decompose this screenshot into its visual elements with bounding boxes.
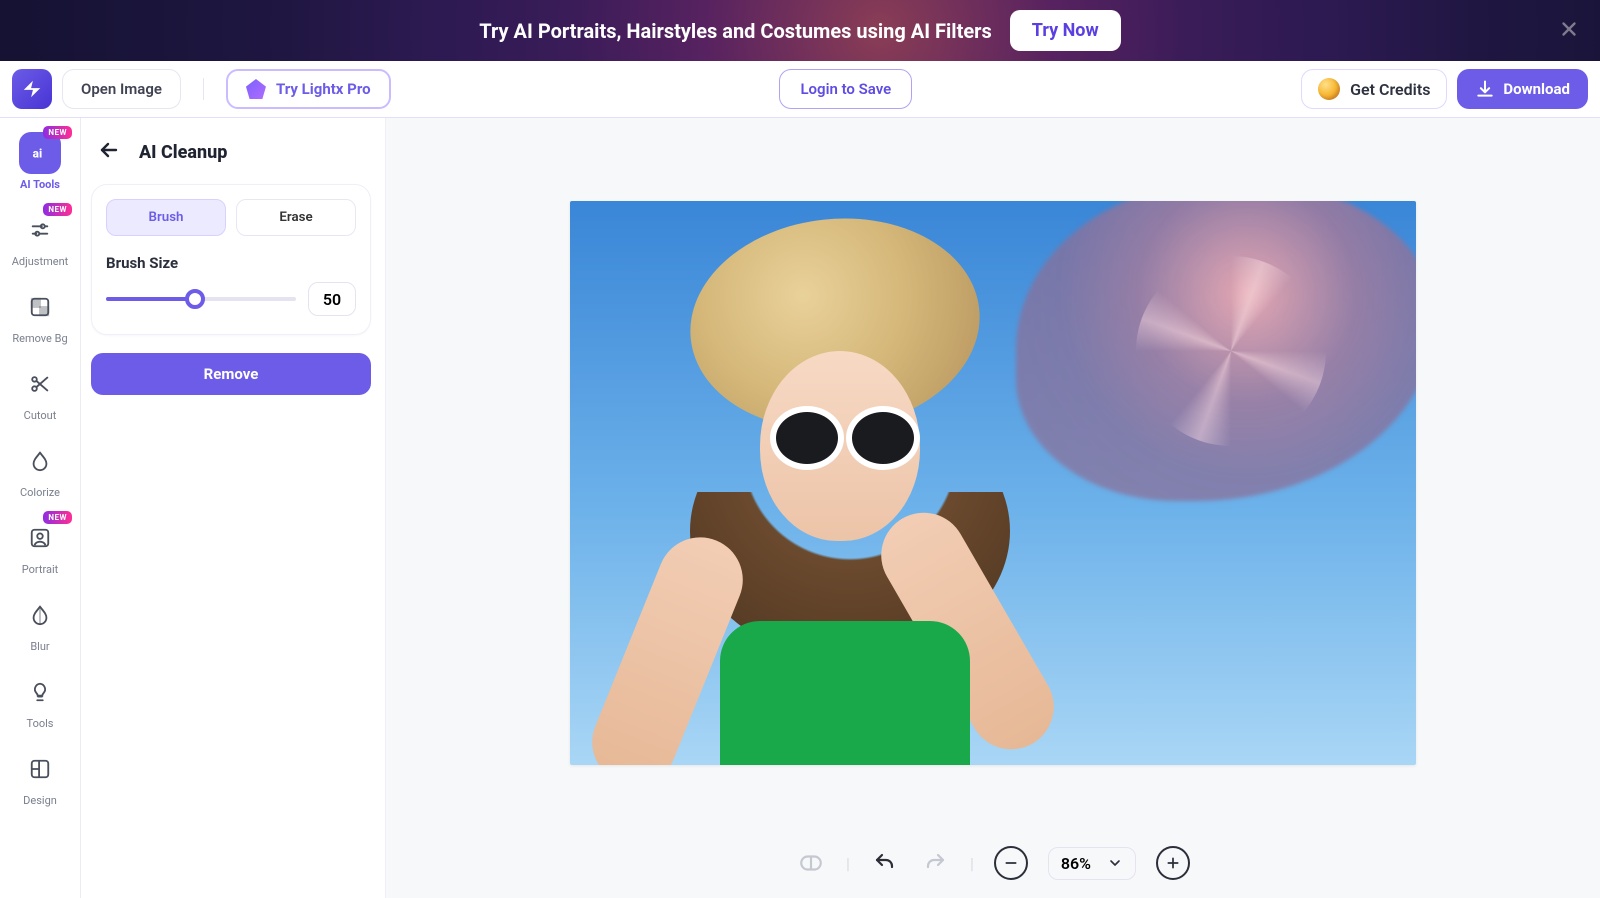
try-pro-label: Try Lightx Pro: [276, 80, 371, 98]
back-button[interactable]: [97, 138, 121, 166]
get-credits-label: Get Credits: [1350, 80, 1430, 99]
app-logo[interactable]: [12, 69, 52, 109]
download-icon: [1475, 79, 1495, 99]
brush-card: Brush Erase Brush Size 50: [91, 184, 371, 335]
compare-icon: [798, 850, 824, 876]
rail-label: Portrait: [22, 563, 59, 576]
rail-remove-bg[interactable]: Remove Bg: [0, 284, 80, 347]
scissors-icon: [29, 373, 51, 395]
brush-size-value[interactable]: 50: [308, 282, 356, 316]
separator: [203, 78, 204, 100]
checker-icon: [29, 296, 51, 318]
new-badge: NEW: [43, 203, 72, 216]
blur-icon: [29, 604, 51, 626]
download-label: Download: [1503, 80, 1570, 98]
undo-icon: [873, 851, 897, 875]
promo-try-now-button[interactable]: Try Now: [1010, 10, 1121, 51]
rail-label: Tools: [27, 717, 54, 730]
login-to-save-button[interactable]: Login to Save: [779, 69, 912, 109]
try-pro-button[interactable]: Try Lightx Pro: [226, 69, 391, 109]
sliders-icon: [29, 219, 51, 241]
tool-rail: NEW ai AI Tools NEW Adjustment Remove Bg…: [0, 118, 81, 898]
ai-icon: ai: [29, 142, 51, 164]
separator: |: [970, 854, 974, 873]
canvas-controls: | | 86%: [386, 828, 1600, 898]
rail-label: Remove Bg: [12, 332, 67, 345]
rail-colorize[interactable]: Colorize: [0, 438, 80, 501]
minus-icon: [1003, 855, 1019, 871]
plus-icon: [1165, 855, 1181, 871]
rail-design[interactable]: Design: [0, 746, 80, 809]
brush-tab[interactable]: Brush: [106, 199, 226, 236]
svg-text:ai: ai: [33, 147, 43, 161]
panel-title: AI Cleanup: [139, 142, 227, 163]
compare-toggle[interactable]: [796, 848, 826, 878]
erase-tab[interactable]: Erase: [236, 199, 356, 236]
chevron-down-icon: [1107, 855, 1123, 871]
droplet-icon: [29, 450, 51, 472]
rail-ai-tools[interactable]: NEW ai AI Tools: [0, 130, 80, 193]
rail-label: Cutout: [24, 409, 57, 422]
bulb-icon: [29, 681, 51, 703]
top-toolbar: Open Image Try Lightx Pro Login to Save …: [0, 61, 1600, 118]
pro-icon: [246, 79, 266, 99]
image-canvas[interactable]: [570, 201, 1416, 765]
rail-label: AI Tools: [20, 178, 60, 191]
rail-adjustment[interactable]: NEW Adjustment: [0, 207, 80, 270]
zoom-out-button[interactable]: [994, 846, 1028, 880]
zoom-dropdown[interactable]: 86%: [1048, 847, 1136, 880]
new-badge: NEW: [43, 126, 72, 139]
remove-button[interactable]: Remove: [91, 353, 371, 395]
zoom-value: 86%: [1061, 854, 1091, 873]
promo-text: Try AI Portraits, Hairstyles and Costume…: [479, 19, 991, 43]
arrow-left-icon: [97, 138, 121, 162]
rail-label: Adjustment: [12, 255, 69, 268]
rail-blur[interactable]: Blur: [0, 592, 80, 655]
get-credits-button[interactable]: Get Credits: [1301, 69, 1447, 109]
mode-segmented: Brush Erase: [106, 199, 356, 236]
new-badge: NEW: [43, 511, 72, 524]
canvas-area: | | 86%: [386, 118, 1600, 898]
zoom-in-button[interactable]: [1156, 846, 1190, 880]
rail-tools[interactable]: Tools: [0, 669, 80, 732]
rail-label: Colorize: [20, 486, 60, 499]
mask-overlay-star: [1136, 256, 1326, 446]
coin-icon: [1318, 78, 1340, 100]
redo-button[interactable]: [920, 848, 950, 878]
portrait-icon: [29, 527, 51, 549]
rail-label: Blur: [30, 640, 49, 653]
settings-panel: AI Cleanup Brush Erase Brush Size 50 Rem…: [81, 118, 386, 898]
brush-size-label: Brush Size: [106, 254, 356, 272]
rail-portrait[interactable]: NEW Portrait: [0, 515, 80, 578]
open-image-button[interactable]: Open Image: [62, 69, 181, 109]
rail-cutout[interactable]: Cutout: [0, 361, 80, 424]
brush-size-slider[interactable]: [106, 289, 296, 309]
promo-banner: Try AI Portraits, Hairstyles and Costume…: [0, 0, 1600, 61]
close-icon[interactable]: [1558, 18, 1580, 44]
rail-label: Design: [23, 794, 57, 807]
download-button[interactable]: Download: [1457, 69, 1588, 109]
separator: |: [846, 854, 850, 873]
redo-icon: [923, 851, 947, 875]
layout-icon: [29, 758, 51, 780]
undo-button[interactable]: [870, 848, 900, 878]
